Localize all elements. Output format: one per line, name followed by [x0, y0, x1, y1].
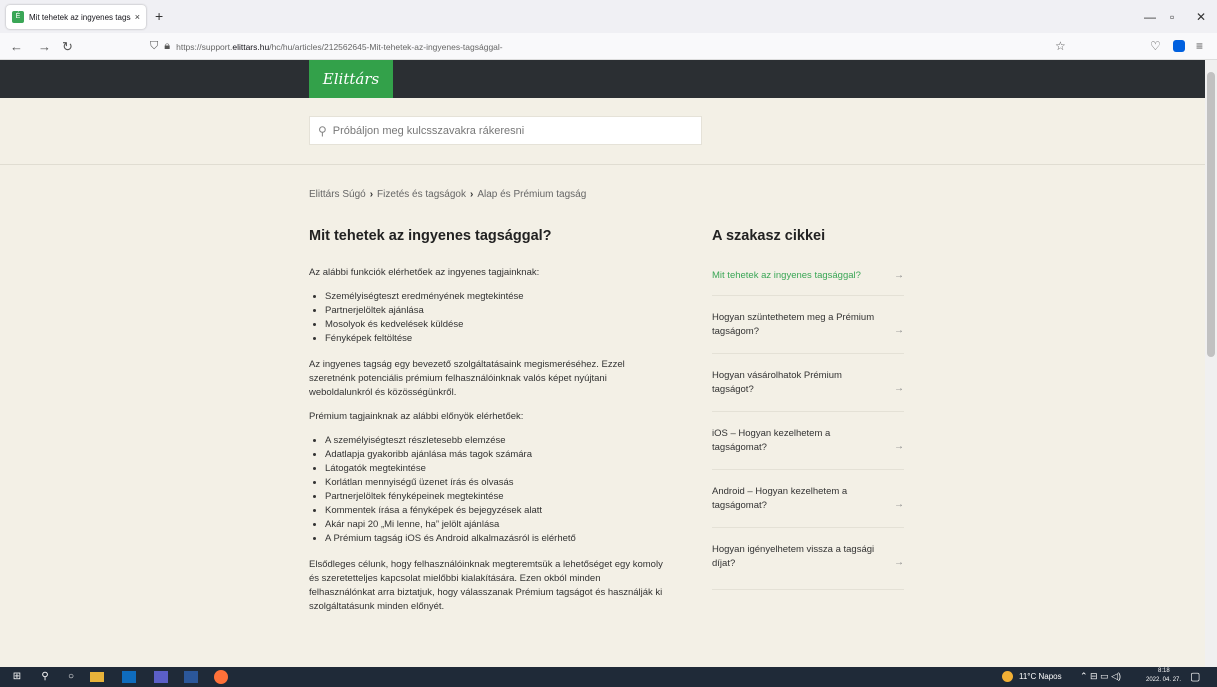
- section-article-link[interactable]: Android – Hogyan kezelhetem a tagságomat…: [712, 470, 904, 528]
- clock-date[interactable]: 2022. 04. 27.: [1146, 677, 1181, 683]
- file-explorer-icon[interactable]: [90, 672, 104, 682]
- list-item: Partnerjelöltek fényképeinek megtekintés…: [325, 490, 669, 504]
- arrow-right-icon: →: [894, 270, 904, 281]
- url-bar[interactable]: ⛉ 🔒︎ https://support. elittars.hu /hc/hu…: [150, 36, 1080, 57]
- section-article-link[interactable]: Hogyan igényelhetem vissza a tagsági díj…: [712, 528, 904, 590]
- bookmark-star-icon[interactable]: ☆: [1055, 39, 1066, 53]
- list-item: Adatlapja gyakoribb ajánlása más tagok s…: [325, 448, 669, 462]
- browser-tab[interactable]: É Mit tehetek az ingyenes tagsággal? ×: [6, 5, 146, 29]
- list-item: Mosolyok és kedvelések küldése: [325, 318, 669, 332]
- shield-icon[interactable]: ⛉: [150, 40, 158, 53]
- breadcrumb-item[interactable]: Fizetés és tagságok: [377, 189, 466, 200]
- search-input[interactable]: ⚲ Próbáljon meg kulcsszavakra rákeresni: [309, 116, 702, 145]
- breadcrumb-item[interactable]: Elittárs Súgó: [309, 189, 366, 200]
- article-paragraph: Az ingyenes tagság egy bevezető szolgált…: [309, 359, 625, 398]
- list-item: A személyiségteszt részletesebb elemzése: [325, 434, 669, 448]
- list-item: A Prémium tagság iOS és Android alkalmaz…: [325, 532, 669, 546]
- section-article-label: Hogyan szüntethetem meg a Prémium tagság…: [712, 312, 875, 337]
- url-prefix: https://support.: [176, 41, 233, 52]
- new-tab-button[interactable]: +: [155, 8, 163, 24]
- url-path: /hc/hu/articles/212562645-Mit-tehetek-az…: [269, 41, 503, 52]
- list-item: Korlátlan mennyiségű üzenet írás és olva…: [325, 476, 669, 490]
- forward-icon[interactable]: →: [38, 39, 51, 54]
- article-paragraph: Prémium tagjainknak az alábbi előnyök el…: [309, 411, 524, 422]
- back-icon[interactable]: ←: [10, 39, 23, 54]
- weather-text[interactable]: 11°C Napos: [1019, 672, 1062, 681]
- url-host: elittars.hu: [232, 41, 270, 52]
- section-article-link[interactable]: Hogyan szüntethetem meg a Prémium tagság…: [712, 296, 904, 354]
- article-body: Az alábbi funkciók elérhetőek az ingyene…: [309, 266, 669, 624]
- section-article-label: iOS – Hogyan kezelhetem a tagságomat?: [712, 428, 831, 453]
- list-item: Partnerjelöltek ajánlása: [325, 304, 669, 318]
- minimize-icon[interactable]: —: [1144, 10, 1156, 24]
- clock-time[interactable]: 8:18: [1158, 668, 1170, 674]
- site-header: [0, 60, 1205, 98]
- section-article-label: Hogyan vásárolhatok Prémium tagságot?: [712, 370, 842, 395]
- arrow-right-icon: →: [894, 557, 904, 568]
- section-article-link[interactable]: Mit tehetek az ingyenes tagsággal? →: [712, 258, 904, 296]
- extension-icon[interactable]: [1173, 40, 1185, 52]
- restore-icon[interactable]: ▫: [1170, 10, 1174, 24]
- search-placeholder: Próbáljon meg kulcsszavakra rákeresni: [332, 124, 525, 137]
- tab-title: Mit tehetek az ingyenes tagsággal?: [29, 12, 131, 22]
- section-article-label: Hogyan igényelhetem vissza a tagsági díj…: [712, 544, 875, 569]
- reload-icon[interactable]: ↻: [62, 39, 73, 55]
- list-item: Kommentek írása a fényképek és bejegyzés…: [325, 504, 669, 518]
- chevron-right-icon: ›: [469, 189, 474, 200]
- lock-icon[interactable]: 🔒︎: [164, 40, 170, 53]
- section-article-label: Android – Hogyan kezelhetem a tagságomat…: [712, 486, 848, 511]
- arrow-right-icon: →: [894, 499, 904, 510]
- section-article-label: Mit tehetek az ingyenes tagsággal?: [712, 270, 861, 281]
- notification-icon[interactable]: ▢: [1190, 670, 1200, 683]
- scrollbar-thumb[interactable]: [1207, 72, 1215, 357]
- taskbar: ⊞ ⚲ ○ 11°C Napos ⌃ ⊟ ▭ ◁) 8:18 2022. 04.…: [0, 667, 1217, 687]
- section-article-link[interactable]: iOS – Hogyan kezelhetem a tagságomat? →: [712, 412, 904, 470]
- search-icon[interactable]: ⚲: [38, 670, 52, 684]
- premium-features-list: A személyiségteszt részletesebb elemzése…: [325, 434, 669, 546]
- list-item: Fényképek feltöltése: [325, 332, 669, 346]
- article-paragraph: Elsődleges célunk, hogy felhasználóinkna…: [309, 559, 663, 612]
- teams-icon[interactable]: [154, 671, 168, 683]
- tray-icons[interactable]: ⌃ ⊟ ▭ ◁): [1080, 671, 1121, 682]
- tab-close-icon[interactable]: ×: [135, 12, 140, 22]
- firefox-icon[interactable]: [214, 670, 228, 684]
- free-features-list: Személyiségteszt eredményének megtekinté…: [325, 290, 669, 346]
- page-title: Mit tehetek az ingyenes tagsággal?: [309, 228, 552, 244]
- site-logo[interactable]: Elittárs: [309, 60, 393, 98]
- chevron-right-icon: ›: [369, 189, 374, 200]
- arrow-right-icon: →: [894, 441, 904, 452]
- outlook-icon[interactable]: [122, 671, 136, 683]
- navigation-bar: ← → ↻ ⛉ 🔒︎ https://support. elittars.hu …: [0, 33, 1217, 60]
- section-articles-list: Mit tehetek az ingyenes tagsággal? → Hog…: [712, 258, 904, 590]
- pocket-icon[interactable]: ♡: [1150, 39, 1161, 53]
- search-icon: ⚲: [318, 123, 327, 138]
- weather-icon: [1002, 671, 1013, 682]
- section-article-link[interactable]: Hogyan vásárolhatok Prémium tagságot? →: [712, 354, 904, 412]
- page-scrollbar[interactable]: [1205, 60, 1217, 667]
- article-intro: Az alábbi funkciók elérhetőek az ingyene…: [309, 267, 540, 278]
- list-item: Akár napi 20 „Mi lenne, ha” jelölt ajánl…: [325, 518, 669, 532]
- breadcrumb: Elittárs Súgó › Fizetés és tagságok › Al…: [309, 189, 586, 200]
- cortana-icon[interactable]: ○: [64, 670, 78, 684]
- site-favicon-icon: É: [12, 11, 24, 23]
- menu-icon[interactable]: ≡: [1196, 39, 1203, 53]
- section-articles-heading: A szakasz cikkei: [712, 228, 826, 244]
- arrow-right-icon: →: [894, 383, 904, 394]
- list-item: Személyiségteszt eredményének megtekinté…: [325, 290, 669, 304]
- tab-bar: É Mit tehetek az ingyenes tagsággal? × +…: [0, 0, 1217, 33]
- window-close-icon[interactable]: ✕: [1196, 10, 1206, 24]
- windows-start-icon[interactable]: ⊞: [10, 670, 24, 684]
- arrow-right-icon: →: [894, 325, 904, 336]
- list-item: Látogatók megtekintése: [325, 462, 669, 476]
- breadcrumb-item[interactable]: Alap és Prémium tagság: [477, 189, 586, 200]
- word-icon[interactable]: [184, 671, 198, 683]
